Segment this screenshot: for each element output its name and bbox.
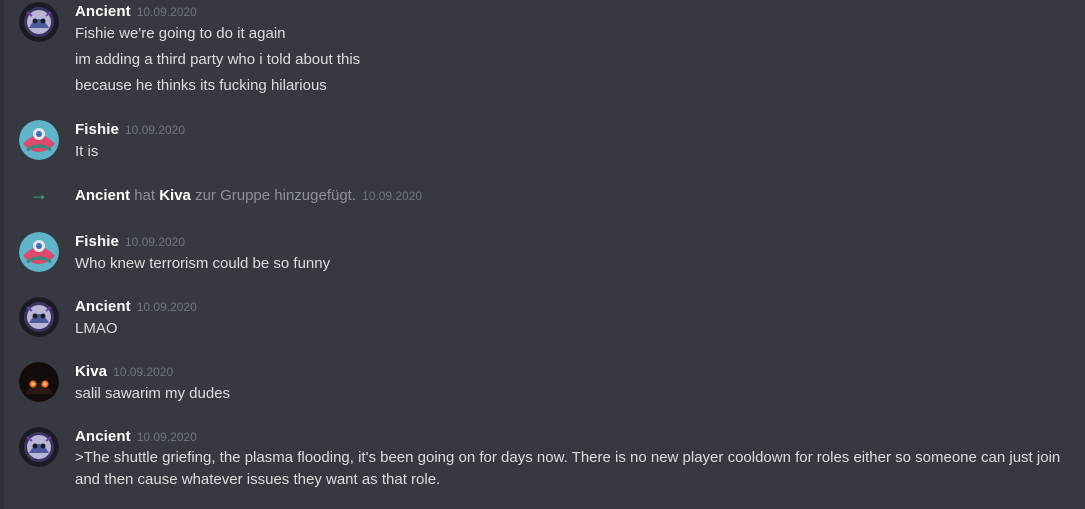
- avatar-image: [19, 232, 59, 272]
- system-target[interactable]: Kiva: [159, 187, 191, 204]
- timestamp[interactable]: 10.09.2020: [137, 300, 197, 314]
- avatar-image: [19, 2, 59, 42]
- message-text: >The shuttle griefing, the plasma floodi…: [75, 449, 1061, 488]
- message-text: im adding a third party who i told about…: [75, 51, 361, 68]
- system-message-text: Ancient hat Kiva zur Gruppe hinzugefügt.…: [75, 187, 422, 204]
- message-header: Kiva 10.09.2020: [75, 363, 173, 381]
- avatar-image: [19, 427, 59, 467]
- ancient-avatar[interactable]: [19, 427, 59, 467]
- message-text: Fishie we're going to do it again: [75, 25, 286, 42]
- message-header: Ancient 10.09.2020: [75, 3, 197, 21]
- username[interactable]: Kiva: [75, 363, 107, 380]
- timestamp[interactable]: 10.09.2020: [125, 123, 185, 137]
- avatar-image: [19, 120, 59, 160]
- message-text: LMAO: [75, 320, 118, 337]
- fishie-avatar[interactable]: [19, 120, 59, 160]
- ancient-avatar[interactable]: [19, 2, 59, 42]
- timestamp[interactable]: 10.09.2020: [113, 365, 173, 379]
- timestamp[interactable]: 10.09.2020: [137, 5, 197, 19]
- chat-messages: Ancient 10.09.2020 Fishie we're going to …: [0, 0, 1085, 509]
- username[interactable]: Ancient: [75, 3, 131, 20]
- ancient-avatar[interactable]: [19, 297, 59, 337]
- arrow-right-icon: →: [30, 184, 48, 204]
- message-text: salil sawarim my dudes: [75, 385, 231, 402]
- username[interactable]: Ancient: [75, 298, 131, 315]
- message-header: Fishie 10.09.2020: [75, 121, 185, 139]
- avatar-image: [19, 362, 59, 402]
- message-text: It is: [75, 143, 99, 160]
- system-actor[interactable]: Ancient: [75, 187, 130, 204]
- system-action: zur Gruppe hinzugefügt.: [195, 187, 357, 204]
- username[interactable]: Fishie: [75, 233, 119, 250]
- system-word: hat: [134, 187, 156, 204]
- message-header: Ancient 10.09.2020: [75, 428, 197, 446]
- avatar-image: [19, 297, 59, 337]
- kiva-avatar[interactable]: [19, 362, 59, 402]
- fishie-avatar[interactable]: [19, 232, 59, 272]
- timestamp[interactable]: 10.09.2020: [362, 189, 422, 203]
- timestamp[interactable]: 10.09.2020: [137, 430, 197, 444]
- timestamp[interactable]: 10.09.2020: [125, 235, 185, 249]
- message-header: Fishie 10.09.2020: [75, 233, 185, 251]
- username[interactable]: Ancient: [75, 428, 131, 445]
- username[interactable]: Fishie: [75, 121, 119, 138]
- message-text: Who knew terrorism could be so funny: [75, 255, 331, 272]
- message-header: Ancient 10.09.2020: [75, 298, 197, 316]
- message-text: because he thinks its fucking hilarious: [75, 77, 327, 94]
